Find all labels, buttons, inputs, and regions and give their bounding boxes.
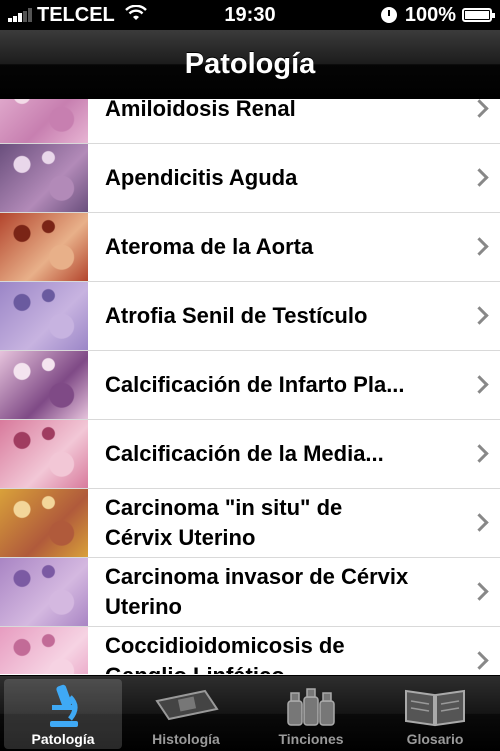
microscope-icon bbox=[4, 683, 122, 729]
tab-glosario[interactable]: Glosario bbox=[376, 679, 494, 749]
list-item[interactable]: Apendicitis Aguda bbox=[0, 144, 500, 213]
list-item-label: Apendicitis Aguda bbox=[105, 165, 298, 190]
list-item-label: Carcinoma invasor de Cérvix Uterino bbox=[105, 564, 409, 619]
list-item-label: Ateroma de la Aorta bbox=[105, 234, 314, 259]
tissue-thumbnail bbox=[0, 489, 88, 557]
chevron-right-icon bbox=[470, 306, 489, 325]
battery-area: 100% bbox=[380, 0, 495, 30]
tissue-thumbnail bbox=[0, 144, 88, 212]
tissue-thumbnail bbox=[0, 282, 88, 350]
list-item-label: Calcificación de la Media... bbox=[105, 441, 384, 466]
list-item[interactable]: Ateroma de la Aorta bbox=[0, 213, 500, 282]
tab-bar: Patología Histología Tinciones Glosario bbox=[0, 675, 500, 751]
list-item[interactable]: Coccidioidomicosis de Ganglio Linfático bbox=[0, 627, 500, 674]
tab-tinciones[interactable]: Tinciones bbox=[252, 679, 370, 749]
list-item-label: Amiloidosis Renal bbox=[105, 99, 296, 121]
tissue-thumbnail bbox=[0, 351, 88, 419]
battery-icon bbox=[462, 8, 495, 22]
chevron-right-icon bbox=[470, 168, 489, 187]
tab-label: Tinciones bbox=[278, 731, 344, 747]
list-item[interactable]: Calcificación de la Media... bbox=[0, 420, 500, 489]
list-item[interactable]: Amiloidosis Renal bbox=[0, 99, 500, 144]
chevron-right-icon bbox=[470, 444, 489, 463]
stain-bottles-icon bbox=[252, 683, 370, 729]
chevron-right-icon bbox=[470, 237, 489, 256]
chevron-right-icon bbox=[470, 582, 489, 601]
list-item[interactable]: Carcinoma invasor de Cérvix Uterino bbox=[0, 558, 500, 627]
orientation-lock-icon bbox=[380, 7, 397, 23]
tissue-thumbnail bbox=[0, 420, 88, 488]
list-item[interactable]: Carcinoma "in situ" de Cérvix Uterino bbox=[0, 489, 500, 558]
list-item-label: Calcificación de Infarto Pla... bbox=[105, 372, 405, 397]
chevron-right-icon bbox=[470, 99, 489, 118]
tissue-thumbnail bbox=[0, 627, 88, 674]
chevron-right-icon bbox=[470, 375, 489, 394]
list-item-label: Atrofia Senil de Testículo bbox=[105, 303, 368, 328]
tab-label: Glosario bbox=[406, 731, 464, 747]
list-item-label: Carcinoma "in situ" de Cérvix Uterino bbox=[105, 495, 343, 550]
page-title: Patología bbox=[184, 48, 316, 80]
navigation-bar: Patología bbox=[0, 30, 500, 99]
list-item-label: Coccidioidomicosis de Ganglio Linfático bbox=[105, 633, 345, 674]
list-item[interactable]: Atrofia Senil de Testículo bbox=[0, 282, 500, 351]
tissue-thumbnail bbox=[0, 99, 88, 143]
list-item[interactable]: Calcificación de Infarto Pla... bbox=[0, 351, 500, 420]
status-bar: TELCEL 19:30 100% bbox=[0, 0, 500, 30]
open-book-icon bbox=[376, 683, 494, 729]
chevron-right-icon bbox=[470, 513, 489, 532]
tab-histologa[interactable]: Histología bbox=[127, 679, 245, 749]
chevron-right-icon bbox=[470, 651, 489, 670]
battery-percent: 100% bbox=[404, 4, 456, 26]
tissue-thumbnail bbox=[0, 213, 88, 281]
tab-patologa[interactable]: Patología bbox=[4, 679, 122, 749]
tab-label: Histología bbox=[152, 731, 220, 747]
pathology-list[interactable]: Amiloidosis Renal Apendicitis Aguda Aterom… bbox=[0, 99, 500, 674]
tab-label: Patología bbox=[31, 731, 95, 747]
tissue-thumbnail bbox=[0, 558, 88, 626]
glass-slide-icon bbox=[127, 683, 245, 729]
